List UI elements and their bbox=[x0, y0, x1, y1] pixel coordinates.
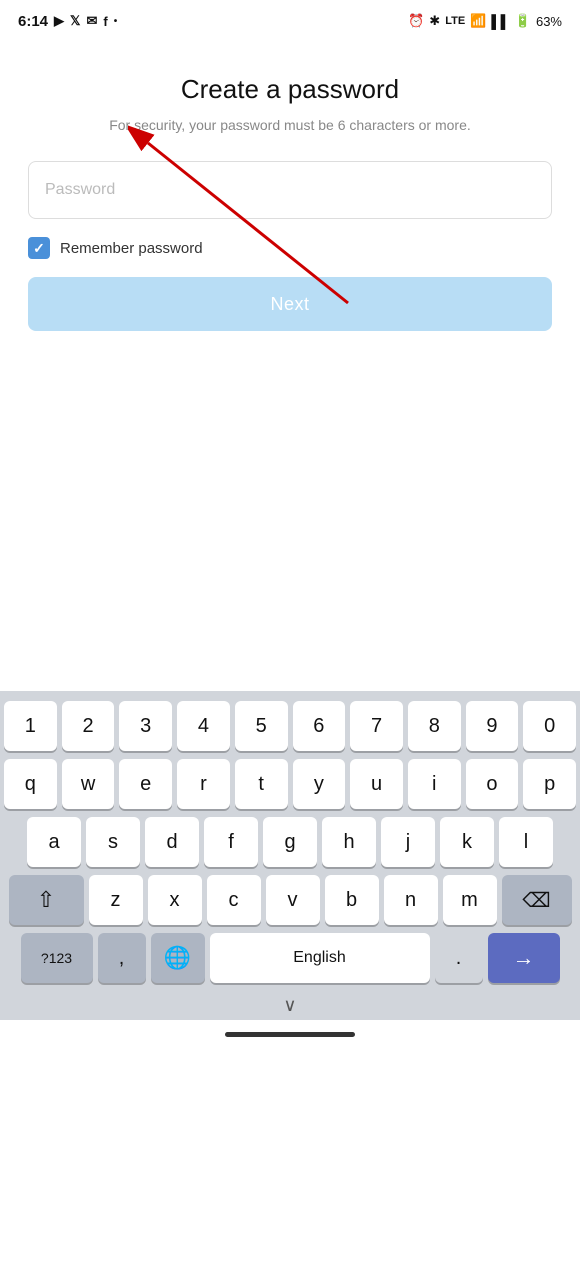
key-a[interactable]: a bbox=[27, 817, 81, 867]
keyboard-row-z: ⇧ z x c v b n m ⌫ bbox=[4, 875, 576, 925]
key-f[interactable]: f bbox=[204, 817, 258, 867]
main-content: Create a password For security, your pas… bbox=[0, 38, 580, 351]
remember-password-label: Remember password bbox=[60, 240, 203, 257]
key-s[interactable]: s bbox=[86, 817, 140, 867]
wifi-icon: 📶 bbox=[470, 13, 486, 29]
battery-percent: 63% bbox=[536, 14, 562, 29]
key-p[interactable]: p bbox=[523, 759, 576, 809]
keyboard-row-numbers: 1 2 3 4 5 6 7 8 9 0 bbox=[4, 701, 576, 751]
comma-key[interactable]: , bbox=[98, 933, 146, 983]
time-display: 6:14 bbox=[18, 13, 48, 30]
space-key[interactable]: English bbox=[210, 933, 430, 983]
lte-icon: LTE bbox=[445, 15, 465, 27]
youtube-icon: ▶ bbox=[54, 13, 64, 29]
key-n[interactable]: n bbox=[384, 875, 438, 925]
password-input-wrapper bbox=[28, 161, 552, 219]
keyboard-row-a: a s d f g h j k l bbox=[4, 817, 576, 867]
dot-icon: • bbox=[114, 16, 118, 27]
key-o[interactable]: o bbox=[466, 759, 519, 809]
next-button[interactable]: Next bbox=[28, 277, 552, 331]
key-k[interactable]: k bbox=[440, 817, 494, 867]
key-4[interactable]: 4 bbox=[177, 701, 230, 751]
bluetooth-icon: ✱ bbox=[429, 13, 440, 29]
status-left: 6:14 ▶ 𝕏 ✉ f • bbox=[18, 13, 117, 30]
key-z[interactable]: z bbox=[89, 875, 143, 925]
key-i[interactable]: i bbox=[408, 759, 461, 809]
status-right: ⏰ ✱ LTE 📶 ▌▌ 🔋 63% bbox=[408, 13, 562, 29]
content-spacer bbox=[0, 351, 580, 691]
key-t[interactable]: t bbox=[235, 759, 288, 809]
key-d[interactable]: d bbox=[145, 817, 199, 867]
globe-key[interactable]: 🌐 bbox=[151, 933, 205, 983]
key-u[interactable]: u bbox=[350, 759, 403, 809]
keyboard[interactable]: 1 2 3 4 5 6 7 8 9 0 q w e r t y u i o p … bbox=[0, 691, 580, 1020]
page-subtitle: For security, your password must be 6 ch… bbox=[28, 117, 552, 133]
key-g[interactable]: g bbox=[263, 817, 317, 867]
key-e[interactable]: e bbox=[119, 759, 172, 809]
battery-icon: 🔋 bbox=[515, 13, 531, 29]
key-6[interactable]: 6 bbox=[293, 701, 346, 751]
key-2[interactable]: 2 bbox=[62, 701, 115, 751]
key-h[interactable]: h bbox=[322, 817, 376, 867]
home-bar bbox=[0, 1020, 580, 1048]
enter-key[interactable]: → bbox=[488, 933, 560, 983]
key-5[interactable]: 5 bbox=[235, 701, 288, 751]
key-q[interactable]: q bbox=[4, 759, 57, 809]
period-key[interactable]: . bbox=[435, 933, 483, 983]
key-l[interactable]: l bbox=[499, 817, 553, 867]
alarm-icon: ⏰ bbox=[408, 13, 424, 29]
backspace-key[interactable]: ⌫ bbox=[502, 875, 572, 925]
page-title: Create a password bbox=[28, 74, 552, 105]
remember-password-row[interactable]: Remember password bbox=[28, 237, 552, 259]
key-0[interactable]: 0 bbox=[523, 701, 576, 751]
key-w[interactable]: w bbox=[62, 759, 115, 809]
facebook-icon: f bbox=[103, 14, 107, 29]
key-m[interactable]: m bbox=[443, 875, 497, 925]
key-j[interactable]: j bbox=[381, 817, 435, 867]
password-input[interactable] bbox=[28, 161, 552, 219]
key-8[interactable]: 8 bbox=[408, 701, 461, 751]
key-r[interactable]: r bbox=[177, 759, 230, 809]
key-3[interactable]: 3 bbox=[119, 701, 172, 751]
remember-password-checkbox[interactable] bbox=[28, 237, 50, 259]
shift-key[interactable]: ⇧ bbox=[9, 875, 84, 925]
key-v[interactable]: v bbox=[266, 875, 320, 925]
key-7[interactable]: 7 bbox=[350, 701, 403, 751]
home-indicator bbox=[225, 1032, 355, 1037]
key-b[interactable]: b bbox=[325, 875, 379, 925]
key-x[interactable]: x bbox=[148, 875, 202, 925]
keyboard-row-bottom: ?123 , 🌐 English . → bbox=[4, 933, 576, 983]
collapse-keyboard-button[interactable]: ∨ bbox=[263, 993, 316, 1018]
status-bar: 6:14 ▶ 𝕏 ✉ f • ⏰ ✱ LTE 📶 ▌▌ 🔋 63% bbox=[0, 0, 580, 38]
key-c[interactable]: c bbox=[207, 875, 261, 925]
keyboard-footer: ∨ bbox=[4, 989, 576, 1020]
key-y[interactable]: y bbox=[293, 759, 346, 809]
key-9[interactable]: 9 bbox=[466, 701, 519, 751]
twitter-icon: 𝕏 bbox=[70, 13, 80, 29]
keyboard-row-q: q w e r t y u i o p bbox=[4, 759, 576, 809]
messaging-icon: ✉ bbox=[87, 13, 98, 29]
symbols-key[interactable]: ?123 bbox=[21, 933, 93, 983]
key-1[interactable]: 1 bbox=[4, 701, 57, 751]
signal-icon: ▌▌ bbox=[491, 14, 509, 29]
